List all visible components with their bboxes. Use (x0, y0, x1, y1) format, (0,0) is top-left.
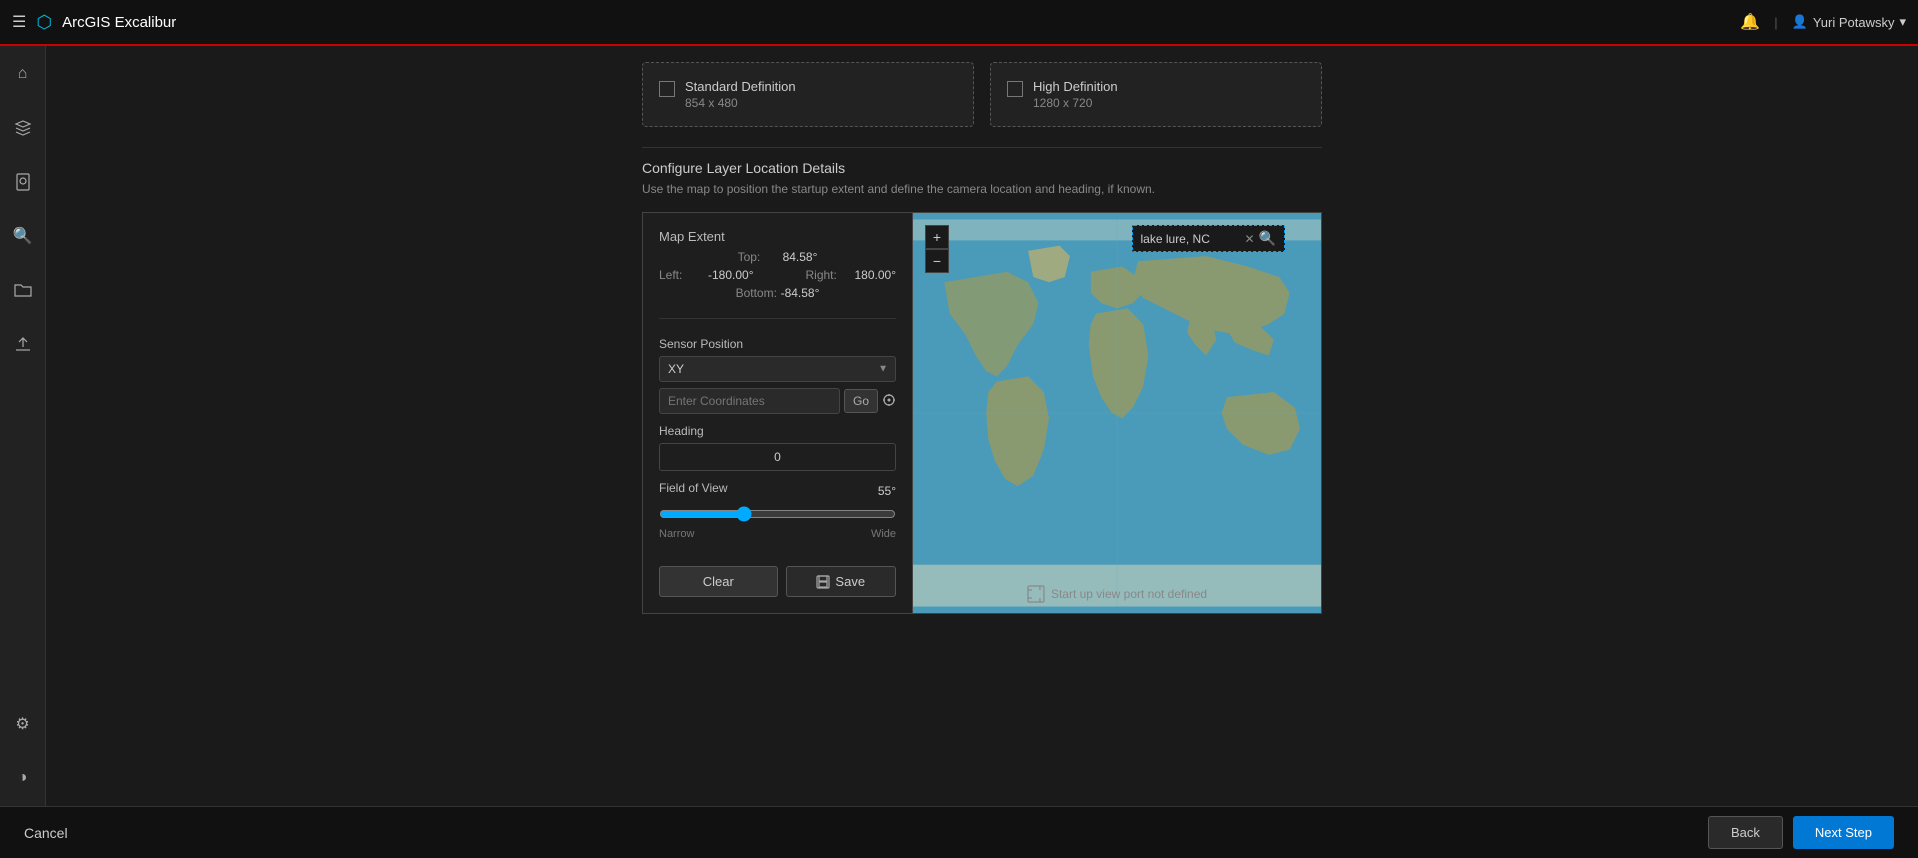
map-zoom-controls: + − (925, 225, 949, 273)
sidebar-item-search[interactable]: 🔍 (5, 218, 41, 254)
coordinates-input[interactable] (659, 388, 840, 414)
map-panel[interactable]: + − ✕ 🔍 (913, 213, 1321, 613)
map-extent-title: Map Extent (659, 229, 896, 244)
topbar-right: 🔔 | 👤 Yuri Potawsky ▾ (1740, 12, 1906, 32)
sidebar-item-upload[interactable] (5, 326, 41, 362)
next-step-button[interactable]: Next Step (1793, 816, 1894, 849)
top-label: Top: (738, 250, 783, 264)
sidebar-item-home[interactable]: ⌂ (5, 56, 41, 92)
back-button[interactable]: Back (1708, 816, 1783, 849)
standard-definition-label: Standard Definition (685, 79, 796, 94)
user-name-label: Yuri Potawsky (1813, 15, 1895, 30)
map-search-clear-icon[interactable]: ✕ (1245, 232, 1255, 246)
right-value: 180.00° (854, 268, 896, 282)
main-layout: ⌂ 🔍 ⚙ ◑ (0, 46, 1918, 806)
right-label: Right: (805, 268, 850, 282)
clear-button[interactable]: Clear (659, 566, 778, 597)
map-search-bar[interactable]: ✕ 🔍 (1132, 225, 1286, 252)
resolution-cards-row: Standard Definition 854 x 480 High Defin… (642, 62, 1322, 127)
standard-definition-size: 854 x 480 (685, 96, 796, 110)
user-menu[interactable]: 👤 Yuri Potawsky ▾ (1792, 14, 1906, 30)
topbar: ☰ ⬡ ArcGIS Excalibur 🔔 | 👤 Yuri Potawsky… (0, 0, 1918, 46)
sidebar-item-bookmark[interactable] (5, 164, 41, 200)
sidebar: ⌂ 🔍 ⚙ ◑ (0, 46, 46, 806)
high-definition-card[interactable]: High Definition 1280 x 720 (990, 62, 1322, 127)
configure-section-subtitle: Use the map to position the startup exte… (642, 182, 1322, 196)
heading-input[interactable] (659, 443, 896, 471)
footer-right-buttons: Back Next Step (1708, 816, 1894, 849)
viewport-status-label: Start up view port not defined (1027, 585, 1207, 603)
standard-definition-checkbox[interactable] (659, 81, 675, 97)
sidebar-item-settings[interactable]: ⚙ (5, 706, 41, 742)
high-definition-size: 1280 x 720 (1033, 96, 1118, 110)
zoom-in-button[interactable]: + (925, 225, 949, 249)
map-container[interactable]: + − ✕ 🔍 (913, 213, 1321, 613)
left-config-panel: Map Extent Top: 84.58° Left: -180.00° Ri (643, 213, 913, 613)
left-value: -180.00° (708, 268, 754, 282)
app-logo-icon: ⬡ (36, 12, 52, 33)
high-definition-checkbox[interactable] (1007, 81, 1023, 97)
zoom-out-button[interactable]: − (925, 249, 949, 273)
high-definition-label: High Definition (1033, 79, 1118, 94)
fov-label: Field of View (659, 481, 727, 495)
save-icon (816, 575, 830, 589)
sensor-position-select[interactable]: XY XYZ LonLat (659, 356, 896, 382)
cancel-button[interactable]: Cancel (24, 825, 68, 841)
content-area: Standard Definition 854 x 480 High Defin… (46, 46, 1918, 806)
fov-section: Field of View 55° Narrow Wide (659, 481, 896, 540)
fov-narrow-label: Narrow (659, 528, 694, 540)
notification-bell-icon[interactable]: 🔔 (1740, 12, 1760, 32)
locate-icon-button[interactable] (882, 393, 896, 410)
sensor-position-label: Sensor Position (659, 337, 896, 351)
sidebar-item-theme[interactable]: ◑ (5, 760, 41, 796)
left-label: Left: (659, 268, 704, 282)
sidebar-item-layers[interactable] (5, 110, 41, 146)
bottom-label: Bottom: (736, 286, 781, 300)
hamburger-menu-icon[interactable]: ☰ (12, 12, 26, 32)
save-button[interactable]: Save (786, 566, 897, 597)
heading-section: Heading (659, 424, 896, 471)
go-button[interactable]: Go (844, 389, 878, 413)
standard-definition-card[interactable]: Standard Definition 854 x 480 (642, 62, 974, 127)
configure-section-title: Configure Layer Location Details (642, 160, 1322, 176)
world-map-svg (913, 213, 1321, 613)
user-avatar-icon: 👤 (1792, 14, 1808, 30)
fov-value: 55° (878, 484, 896, 498)
save-label: Save (835, 574, 865, 589)
sidebar-item-folder[interactable] (5, 272, 41, 308)
bottom-value: -84.58° (781, 286, 820, 300)
fov-wide-label: Wide (871, 528, 896, 540)
sensor-position-section: Sensor Position XY XYZ LonLat ▼ Go (659, 337, 896, 414)
user-dropdown-icon: ▾ (1899, 14, 1906, 30)
map-search-input[interactable] (1141, 232, 1241, 246)
map-search-go-icon[interactable]: 🔍 (1259, 230, 1276, 247)
top-value: 84.58° (783, 250, 818, 264)
map-extent-section: Map Extent Top: 84.58° Left: -180.00° Ri (659, 229, 896, 300)
heading-label: Heading (659, 424, 896, 438)
configure-map-row: Map Extent Top: 84.58° Left: -180.00° Ri (642, 212, 1322, 614)
viewport-icon (1027, 585, 1045, 603)
footer: Cancel Back Next Step (0, 806, 1918, 858)
app-title: ArcGIS Excalibur (62, 14, 176, 31)
action-buttons-row: Clear Save (659, 550, 896, 597)
fov-slider[interactable] (659, 506, 896, 522)
